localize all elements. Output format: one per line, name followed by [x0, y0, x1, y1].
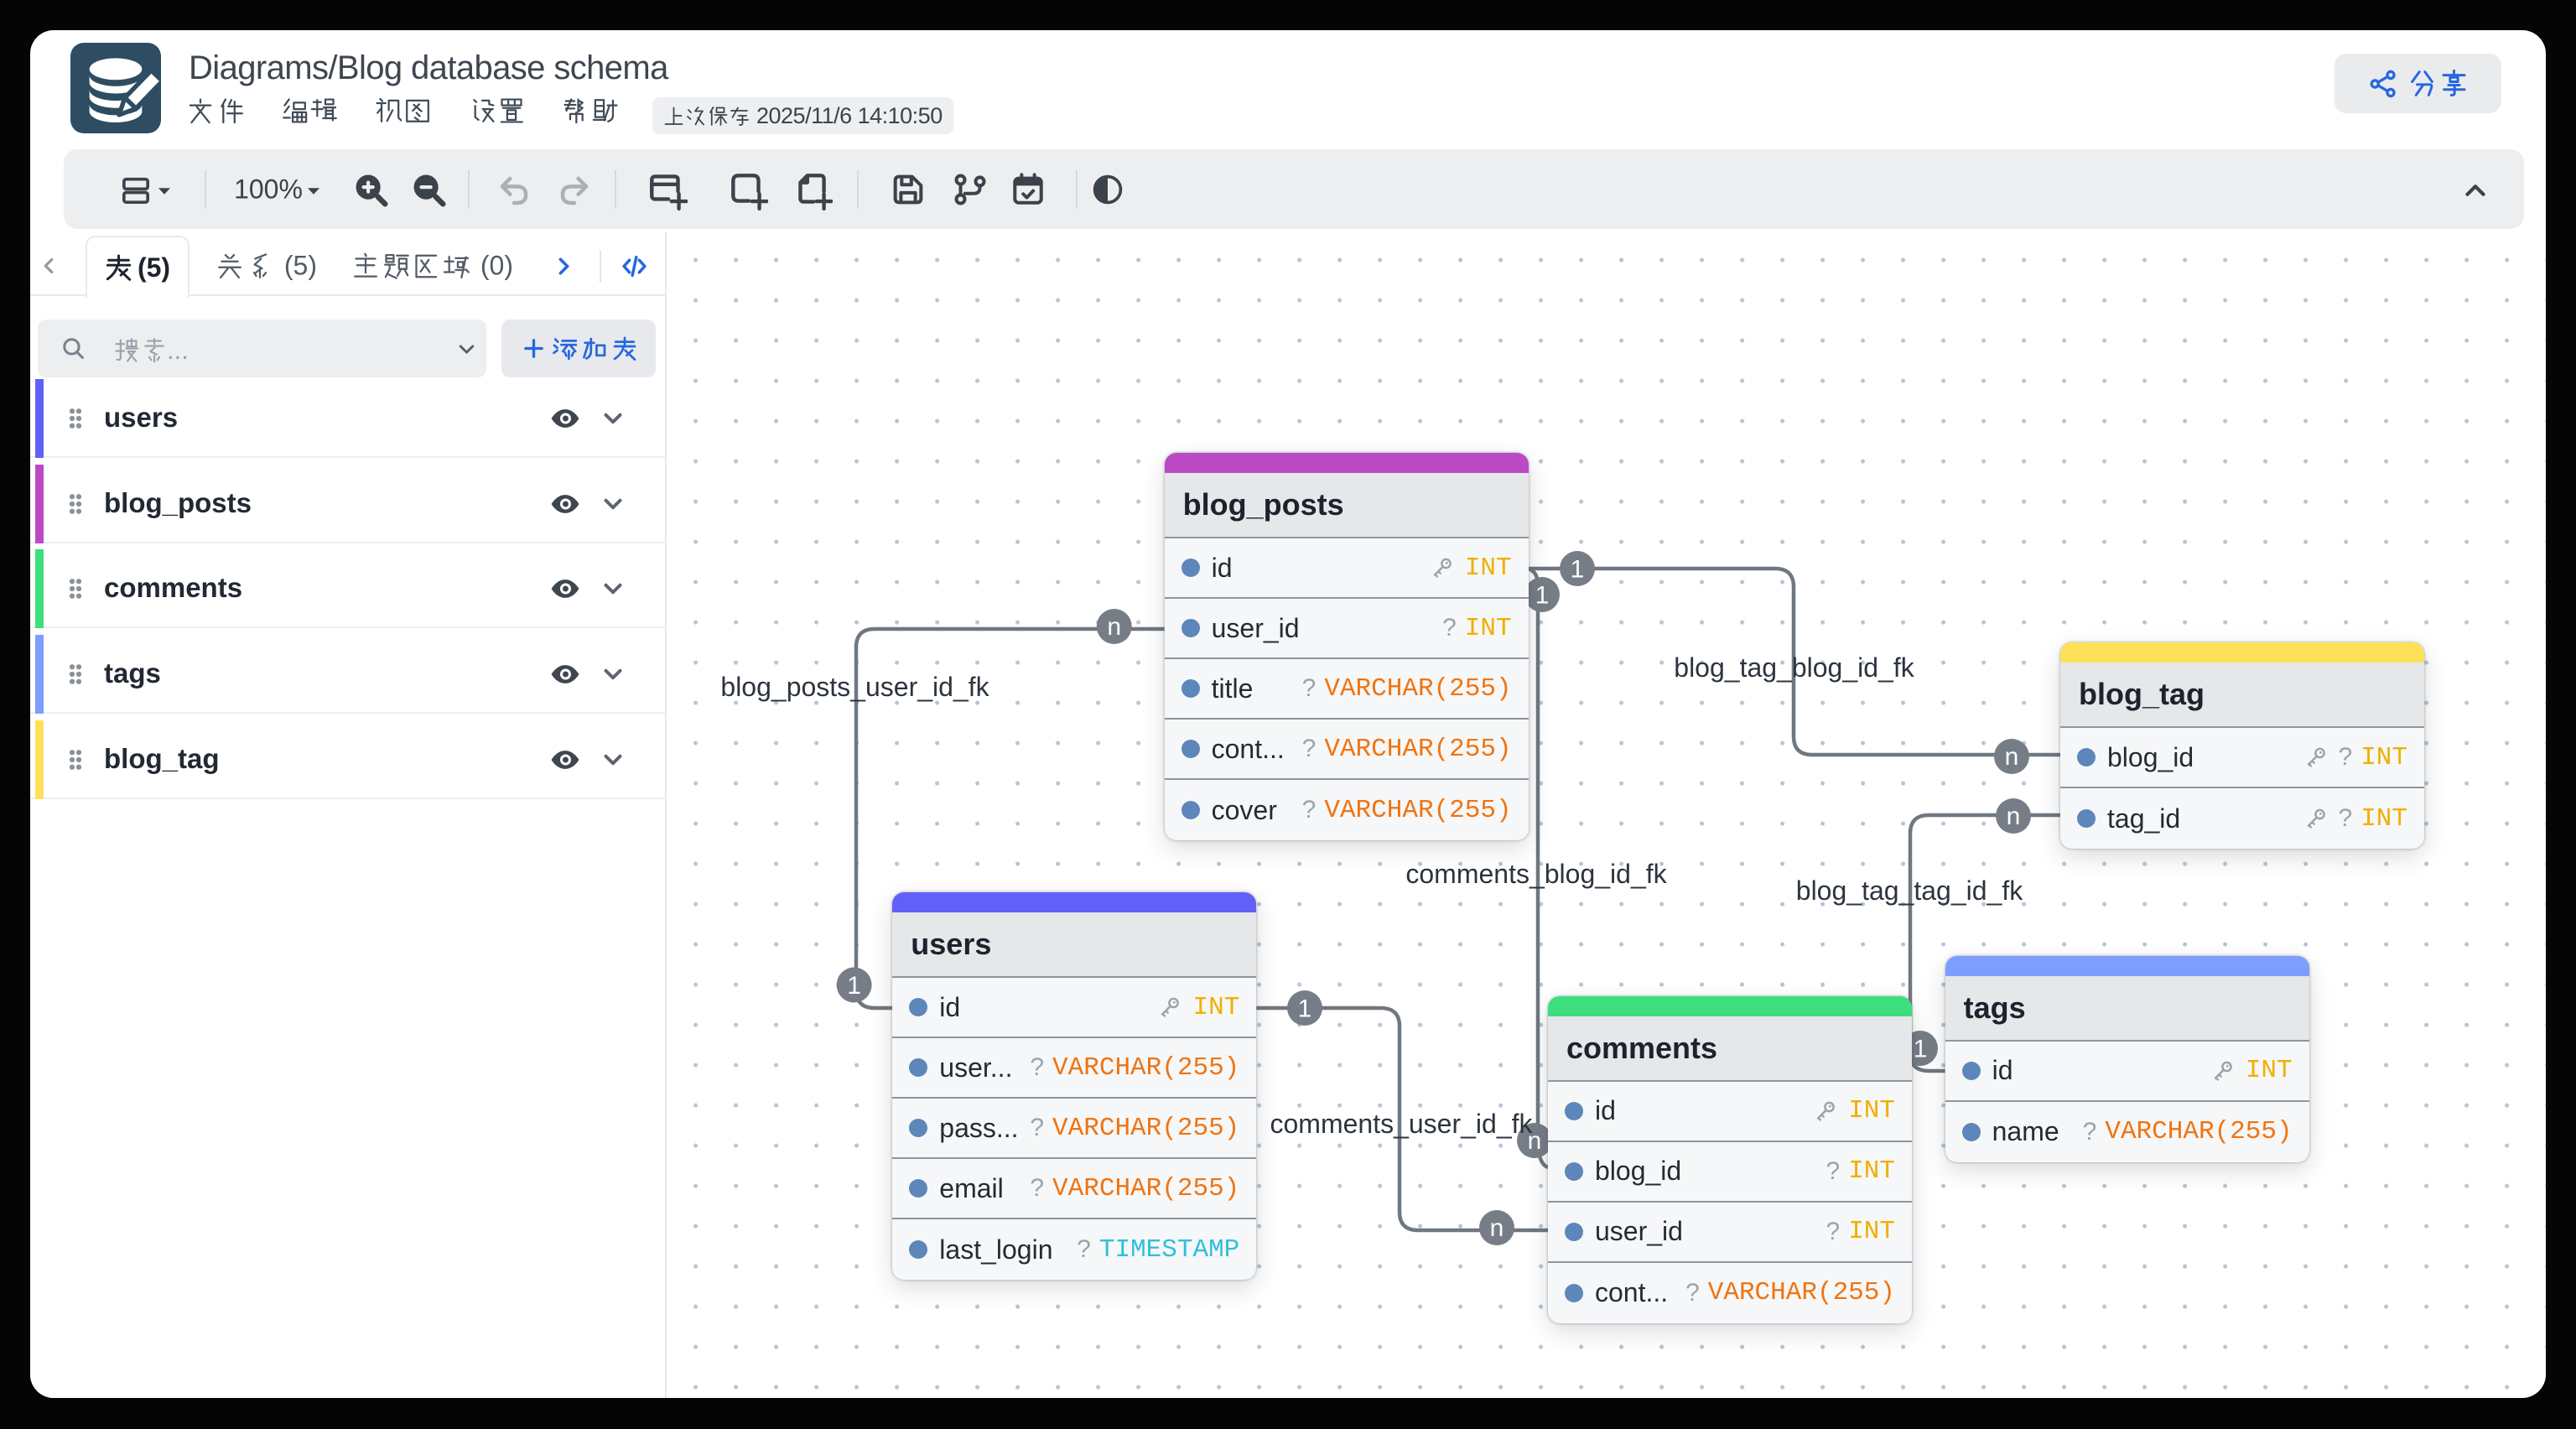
svg-text:n: n: [2005, 743, 2019, 771]
svg-text:comments_user_id_fk: comments_user_id_fk: [1270, 1109, 1533, 1139]
svg-text:1: 1: [1914, 1036, 1928, 1063]
svg-text:n: n: [1490, 1214, 1504, 1242]
svg-text:blog_tag_tag_id_fk: blog_tag_tag_id_fk: [1796, 876, 2023, 906]
svg-text:1: 1: [1535, 582, 1550, 610]
svg-text:comments_blog_id_fk: comments_blog_id_fk: [1405, 859, 1667, 889]
svg-text:1: 1: [847, 972, 861, 1000]
svg-text:blog_tag_blog_id_fk: blog_tag_blog_id_fk: [1674, 652, 1914, 683]
svg-text:1: 1: [1571, 556, 1585, 584]
svg-text:blog_posts_user_id_fk: blog_posts_user_id_fk: [720, 672, 989, 702]
svg-text:1: 1: [1298, 995, 1312, 1023]
svg-text:n: n: [2007, 803, 2021, 830]
svg-text:n: n: [1107, 613, 1121, 641]
